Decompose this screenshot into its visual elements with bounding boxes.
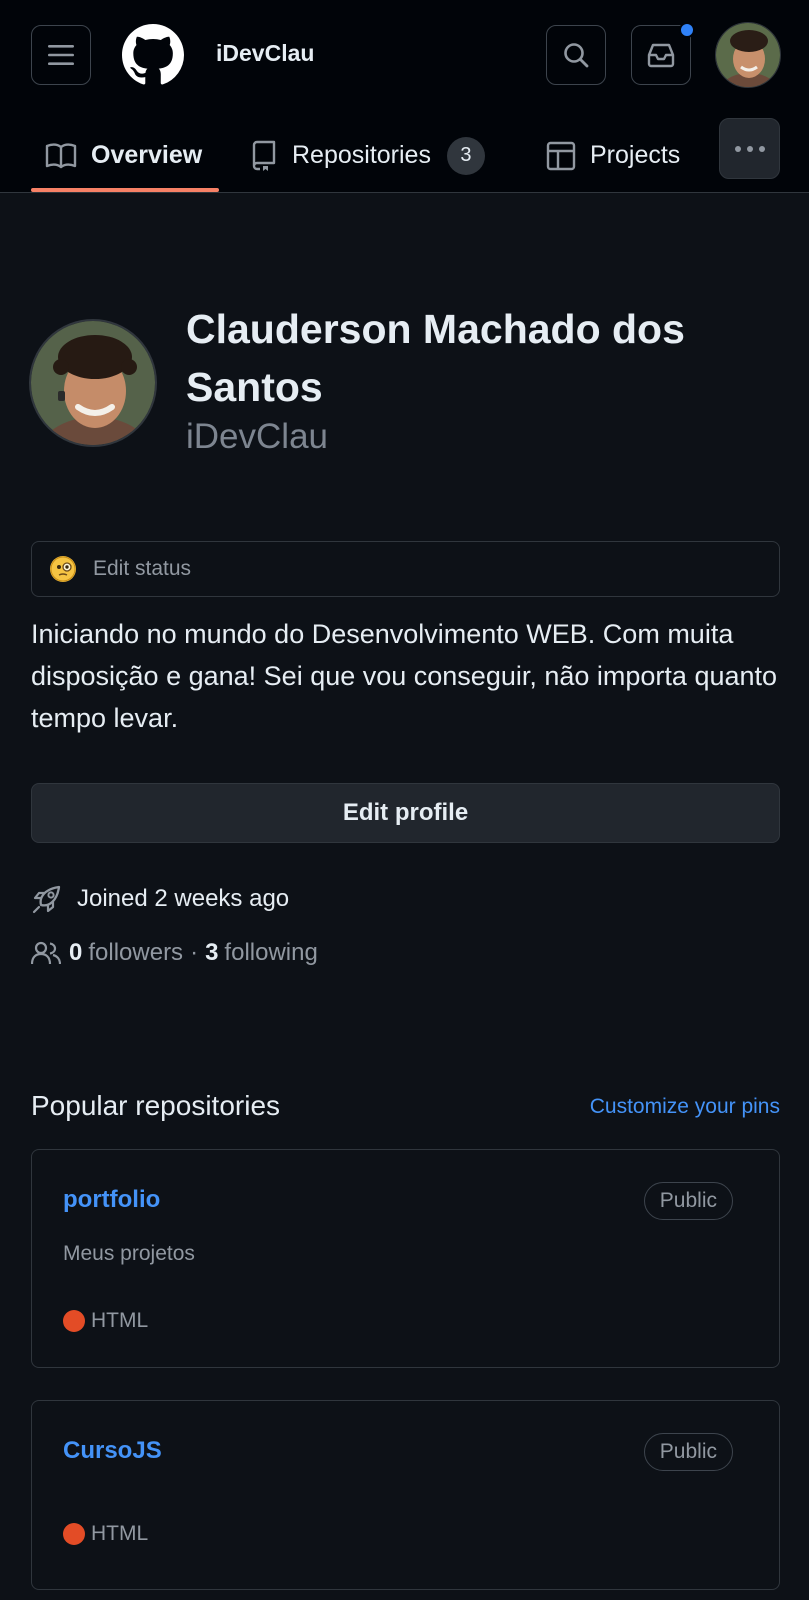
people-icon	[31, 941, 61, 965]
tab-overview-label: Overview	[91, 141, 203, 169]
visibility-badge: Public	[643, 1433, 733, 1471]
tab-repositories-label: Repositories	[292, 141, 431, 169]
book-icon	[45, 142, 77, 168]
profile-avatar[interactable]	[29, 319, 157, 447]
follow-stats: 0 followers · 3 following	[31, 939, 318, 967]
repo-name-link[interactable]: portfolio	[63, 1186, 160, 1214]
followers-label[interactable]: followers	[88, 939, 183, 967]
language-name: HTML	[91, 1522, 149, 1545]
table-icon	[546, 141, 576, 170]
edit-status-label: Edit status	[93, 557, 192, 580]
popular-repositories-heading: Popular repositories	[31, 1090, 281, 1121]
hamburger-icon	[48, 45, 74, 65]
menu-button[interactable]	[31, 25, 91, 85]
rocket-icon	[32, 885, 61, 914]
notification-indicator	[679, 22, 695, 38]
repo-language: HTML	[63, 1522, 148, 1546]
following-label[interactable]: following	[224, 939, 317, 967]
profile-tabs: Overview Repositories 3 Projects	[0, 118, 809, 193]
customize-pins-link[interactable]: Customize your pins	[590, 1095, 780, 1119]
tab-repositories[interactable]: Repositories 3	[250, 118, 485, 193]
tab-projects[interactable]: Projects	[546, 118, 680, 193]
follow-separator: ·	[190, 939, 199, 966]
tab-projects-label: Projects	[590, 141, 681, 169]
visibility-badge: Public	[643, 1182, 733, 1220]
avatar-photo	[31, 321, 155, 445]
selected-tab-indicator	[31, 188, 219, 192]
inbox-icon	[647, 43, 675, 68]
tab-overview[interactable]: Overview	[45, 118, 202, 193]
repo-icon	[252, 140, 276, 171]
profile-bio: Iniciando no mundo do Desenvolvimento WE…	[31, 619, 778, 733]
edit-status-button[interactable]: Edit status	[31, 541, 780, 597]
language-color-dot	[63, 1310, 85, 1332]
profile-full-name: Clauderson Machado dos Santos	[186, 306, 685, 410]
repo-name-link[interactable]: CursoJS	[63, 1437, 162, 1465]
face-with-monocle-icon	[50, 556, 76, 582]
language-name: HTML	[91, 1309, 149, 1332]
more-tabs-button[interactable]	[719, 118, 780, 179]
avatar-photo	[716, 23, 780, 87]
edit-profile-button[interactable]: Edit profile	[31, 783, 780, 843]
kebab-horizontal-icon	[734, 145, 765, 152]
search-icon	[564, 43, 589, 68]
followers-count[interactable]: 0	[69, 939, 82, 967]
search-button[interactable]	[546, 25, 606, 85]
joined-text: Joined 2 weeks ago	[77, 885, 290, 912]
language-color-dot	[63, 1523, 85, 1545]
repo-card: CursoJS Public HTML	[31, 1400, 780, 1590]
joined-info: Joined 2 weeks ago	[31, 883, 289, 915]
user-avatar[interactable]	[715, 22, 781, 88]
repo-language: HTML	[63, 1309, 148, 1333]
repo-description: Meus projetos	[63, 1242, 195, 1265]
profile-login: iDevClau	[186, 417, 328, 456]
following-count[interactable]: 3	[205, 939, 218, 967]
header-username[interactable]: iDevClau	[216, 40, 314, 67]
repo-card: portfolio Public Meus projetos HTML	[31, 1149, 780, 1368]
github-logo-icon[interactable]	[122, 24, 184, 86]
repositories-count: 3	[446, 136, 485, 175]
